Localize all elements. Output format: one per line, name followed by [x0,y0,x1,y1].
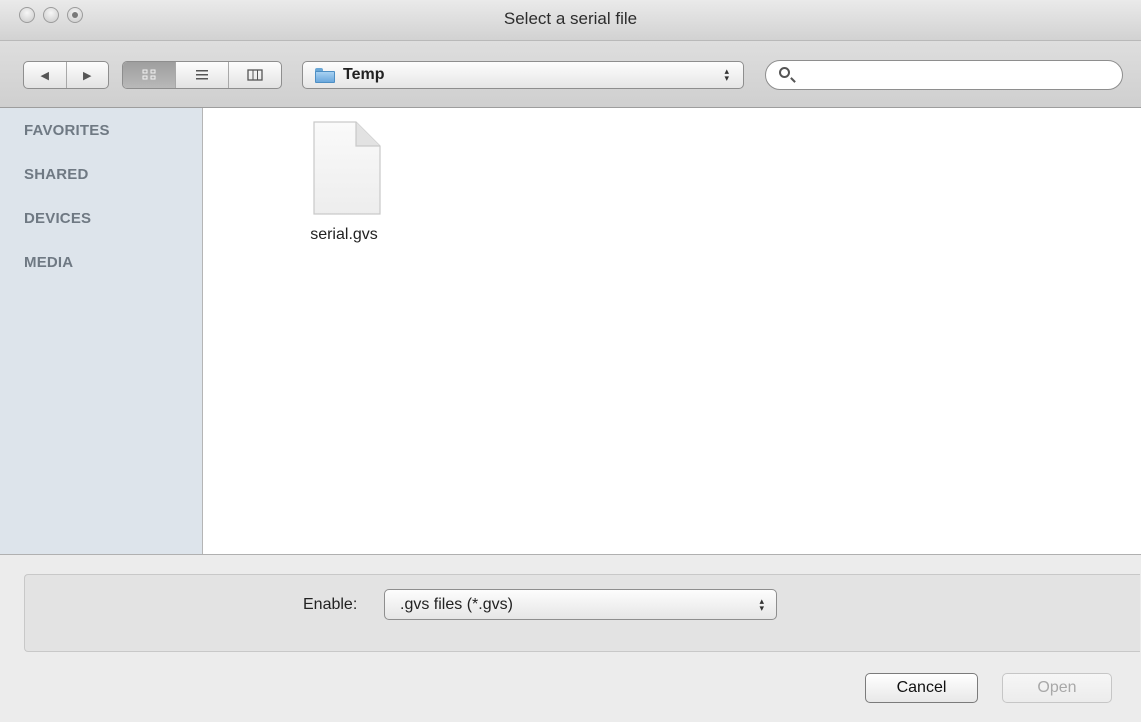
window-title: Select a serial file [503,9,638,28]
options-panel: Enable: .gvs files (*.gvs) ▴ ▾ [24,574,1140,652]
back-button[interactable]: ◀ [24,62,67,88]
divider [0,554,1141,555]
list-lines-icon [196,70,208,80]
forward-arrow-icon: ▶ [83,69,92,82]
open-button[interactable]: Open [1002,673,1112,703]
file-browser[interactable]: serial.gvs [203,108,1141,554]
search-icon [779,67,790,78]
file-item[interactable]: serial.gvs [289,120,399,244]
location-popup[interactable]: Temp ▴ ▾ [302,61,744,89]
sidebar-item-favorites[interactable]: FAVORITES [24,122,110,139]
forward-button[interactable]: ▶ [67,62,109,88]
sidebar-item-media[interactable]: MEDIA [24,254,73,271]
document-icon [306,120,382,216]
columns-icon [247,69,263,81]
icon-view-button[interactable] [123,62,176,88]
list-view-button[interactable] [176,62,229,88]
folder-icon [315,67,335,83]
file-type-filter-popup[interactable]: .gvs files (*.gvs) ▴ ▾ [384,589,777,620]
popup-arrows-icon: ▴ ▾ [724,66,729,83]
toolbar: ◀ ▶ Temp ▴ ▾ [0,41,1141,108]
back-arrow-icon: ◀ [40,69,49,82]
sidebar-item-devices[interactable]: DEVICES [24,210,91,227]
sidebar-item-shared[interactable]: SHARED [24,166,89,183]
enable-label: Enable: [303,596,358,613]
filter-value: .gvs files (*.gvs) [400,596,513,613]
search-field[interactable] [765,60,1123,90]
search-input[interactable] [798,65,1112,87]
file-name: serial.gvs [310,226,378,243]
sidebar: FAVORITES SHARED DEVICES MEDIA [0,108,203,554]
view-mode-segment [122,61,282,89]
navigation-segment: ◀ ▶ [23,61,109,89]
icon-grid-icon [142,69,156,80]
file-dialog-window: Select a serial file ◀ ▶ Temp ▴ ▾ FAVORI… [0,0,1141,722]
location-label: Temp [343,66,385,83]
popup-arrows-icon: ▴ ▾ [759,596,764,613]
column-view-button[interactable] [229,62,281,88]
cancel-button[interactable]: Cancel [865,673,978,703]
title-bar[interactable]: Select a serial file [0,0,1141,41]
